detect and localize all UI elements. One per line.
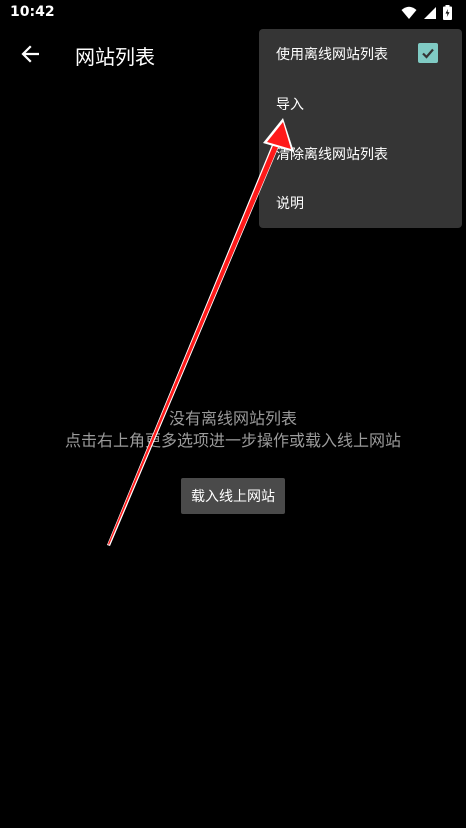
status-icons <box>401 5 452 20</box>
menu-item-import[interactable]: 导入 <box>259 79 462 128</box>
empty-state-hint: 点击右上角更多选项进一步操作或载入线上网站 <box>64 431 401 450</box>
menu-item-label: 导入 <box>276 96 304 113</box>
menu-item-label: 清除离线网站列表 <box>276 146 388 163</box>
status-time: 10:42 <box>10 4 55 20</box>
menu-item-clear-offline-list[interactable]: 清除离线网站列表 <box>259 129 462 178</box>
wifi-icon <box>401 6 417 19</box>
signal-icon <box>424 6 436 19</box>
back-button[interactable] <box>12 36 48 72</box>
empty-state-title: 没有离线网站列表 <box>168 409 297 428</box>
load-online-sites-button[interactable]: 载入线上网站 <box>181 478 285 514</box>
page-title: 网站列表 <box>75 45 155 69</box>
overflow-menu: 使用离线网站列表 导入 清除离线网站列表 说明 <box>259 29 462 228</box>
menu-item-label: 使用离线网站列表 <box>276 46 388 63</box>
status-bar: 10:42 <box>0 0 466 28</box>
menu-item-label: 说明 <box>276 195 304 212</box>
menu-item-use-offline-list[interactable]: 使用离线网站列表 <box>259 29 462 78</box>
use-offline-list-checkbox[interactable] <box>418 43 438 63</box>
empty-state: 没有离线网站列表 点击右上角更多选项进一步操作或载入线上网站 <box>0 408 466 452</box>
battery-icon <box>443 5 452 20</box>
checkmark-icon <box>422 48 434 59</box>
menu-item-help[interactable]: 说明 <box>259 178 462 227</box>
arrow-back-icon <box>21 45 39 63</box>
